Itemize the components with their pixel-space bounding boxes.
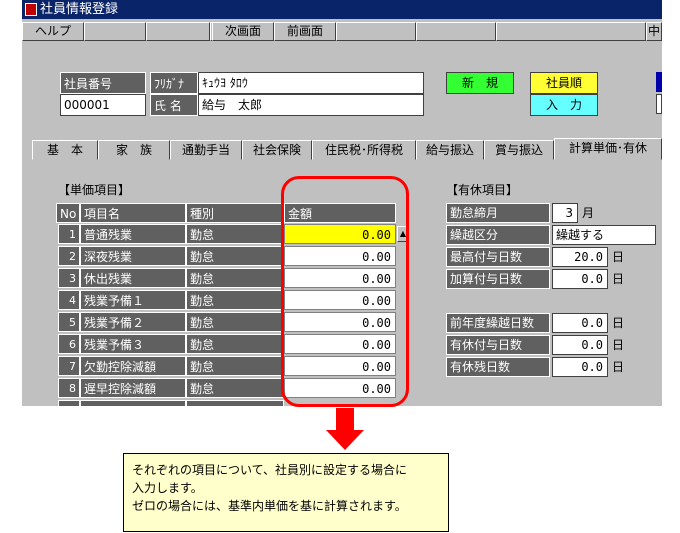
employee-number-label: 社員番号 bbox=[60, 72, 146, 94]
employee-number-field[interactable]: 000001 bbox=[60, 94, 146, 116]
tab-social-insurance[interactable]: 社会保険 bbox=[242, 140, 312, 160]
item-type: 勤怠 bbox=[186, 290, 284, 310]
fkey-8-button[interactable] bbox=[416, 22, 496, 41]
window-title: 社員情報登録 bbox=[40, 2, 119, 17]
row-number: 6 bbox=[58, 334, 80, 354]
max-grant-label: 最高付与日数 bbox=[446, 247, 550, 267]
close-month-field[interactable]: 3 bbox=[552, 203, 578, 223]
side-indicator bbox=[656, 72, 662, 92]
item-type: 勤怠 bbox=[186, 246, 284, 266]
tab-commute[interactable]: 通勤手当 bbox=[170, 140, 242, 160]
item-type: 勤怠 bbox=[186, 224, 284, 244]
item-column-header: 項目名 bbox=[80, 203, 186, 223]
function-key-bar: ヘルプ 次画面 前画面 中 bbox=[22, 22, 662, 42]
day-unit: 日 bbox=[612, 272, 625, 286]
no-column-header: No bbox=[56, 203, 80, 223]
leave-grant-field[interactable]: 0.0 bbox=[552, 335, 608, 355]
add-grant-field[interactable]: 0.0 bbox=[552, 269, 608, 289]
title-bar: 社員情報登録 bbox=[22, 0, 662, 19]
item-type: 勤怠 bbox=[186, 356, 284, 376]
item-name: 欠勤控除減額 bbox=[80, 356, 186, 376]
add-grant-label: 加算付与日数 bbox=[446, 269, 550, 289]
month-unit: 月 bbox=[582, 206, 595, 220]
row-number: 3 bbox=[58, 268, 80, 288]
row-number: 7 bbox=[58, 356, 80, 376]
name-label: 氏 名 bbox=[150, 94, 198, 116]
item-name: 休出残業 bbox=[80, 268, 186, 288]
fkey-2-button[interactable] bbox=[84, 22, 146, 41]
new-status-badge: 新 規 bbox=[446, 72, 514, 94]
item-name: 普通残業 bbox=[80, 224, 186, 244]
input-mode-button[interactable]: 入 力 bbox=[530, 94, 598, 116]
explanation-note: それぞれの項目について、社員別に設定する場合に 入力します。 ゼロの場合には、基… bbox=[123, 453, 449, 532]
day-unit: 日 bbox=[612, 360, 625, 374]
tab-basic[interactable]: 基 本 bbox=[32, 140, 98, 160]
row-number: 8 bbox=[58, 378, 80, 398]
item-type: 勤怠 bbox=[186, 312, 284, 332]
tab-tax[interactable]: 住民税･所得税 bbox=[312, 140, 416, 160]
max-grant-field[interactable]: 20.0 bbox=[552, 247, 608, 267]
note-line-1: それぞれの項目について、社員別に設定する場合に bbox=[132, 463, 408, 477]
carry-select[interactable]: 繰越する bbox=[552, 225, 656, 245]
fkey-10-button[interactable]: 中 bbox=[646, 22, 662, 41]
day-unit: 日 bbox=[612, 338, 625, 352]
tab-bonus-transfer[interactable]: 賞与振込 bbox=[484, 140, 554, 160]
day-unit: 日 bbox=[612, 250, 625, 264]
item-type: 勤怠 bbox=[186, 268, 284, 288]
help-button[interactable]: ヘルプ bbox=[22, 22, 84, 41]
leave-remain-label: 有休残日数 bbox=[446, 357, 550, 377]
note-line-3: ゼロの場合には、基準内単価を基に計算されます。 bbox=[132, 499, 407, 513]
fkey-7-button[interactable] bbox=[336, 22, 416, 41]
fkey-3-button[interactable] bbox=[146, 22, 210, 41]
item-name: 遅早控除減額 bbox=[80, 378, 186, 398]
tab-salary-transfer[interactable]: 給与振込 bbox=[416, 140, 484, 160]
leave-section-title: 【有休項目】 bbox=[446, 183, 519, 197]
tab-bar: 基 本 家 族 通勤手当 社会保険 住民税･所得税 給与振込 賞与振込 計算単価… bbox=[32, 138, 662, 160]
app-icon bbox=[25, 3, 37, 16]
furigana-field[interactable]: ｷｭｳﾖ ﾀﾛｳ bbox=[198, 72, 424, 94]
tab-unit-price-leave[interactable]: 計算単価･有休 bbox=[554, 138, 662, 160]
item-name: 残業予備３ bbox=[80, 334, 186, 354]
row-number: 1 bbox=[58, 224, 80, 244]
fkey-9-button[interactable] bbox=[496, 22, 646, 41]
side-field bbox=[656, 94, 662, 114]
tab-family[interactable]: 家 族 bbox=[98, 140, 170, 160]
prev-carry-label: 前年度繰越日数 bbox=[446, 313, 550, 333]
arrow-down-icon bbox=[336, 408, 354, 432]
leave-grant-label: 有休付与日数 bbox=[446, 335, 550, 355]
item-type: 勤怠 bbox=[186, 334, 284, 354]
item-name: 深夜残業 bbox=[80, 246, 186, 266]
arrow-head-icon bbox=[326, 430, 364, 450]
row-number: 5 bbox=[58, 312, 80, 332]
employee-order-button[interactable]: 社員順 bbox=[530, 72, 598, 94]
item-name-partial bbox=[80, 400, 186, 406]
note-line-2: 入力します。 bbox=[132, 481, 203, 495]
prev-screen-button[interactable]: 前画面 bbox=[274, 22, 336, 41]
close-month-label: 勤怠締月 bbox=[446, 203, 550, 223]
leave-remain-field[interactable]: 0.0 bbox=[552, 357, 608, 377]
item-name: 残業予備２ bbox=[80, 312, 186, 332]
item-name: 残業予備１ bbox=[80, 290, 186, 310]
carry-label: 繰越区分 bbox=[446, 225, 550, 245]
furigana-label: ﾌﾘｶﾞﾅ bbox=[150, 72, 198, 94]
highlight-frame bbox=[281, 176, 409, 407]
next-screen-button[interactable]: 次画面 bbox=[212, 22, 274, 41]
item-type: 勤怠 bbox=[186, 378, 284, 398]
day-unit: 日 bbox=[612, 316, 625, 330]
name-field[interactable]: 給与 太郎 bbox=[198, 94, 424, 116]
row-number: 2 bbox=[58, 246, 80, 266]
type-column-header: 種別 bbox=[186, 203, 284, 223]
prev-carry-field[interactable]: 0.0 bbox=[552, 313, 608, 333]
unit-section-title: 【単価項目】 bbox=[58, 183, 131, 197]
row-number: 4 bbox=[58, 290, 80, 310]
item-type-partial bbox=[186, 400, 284, 406]
row-number-partial bbox=[58, 400, 80, 406]
